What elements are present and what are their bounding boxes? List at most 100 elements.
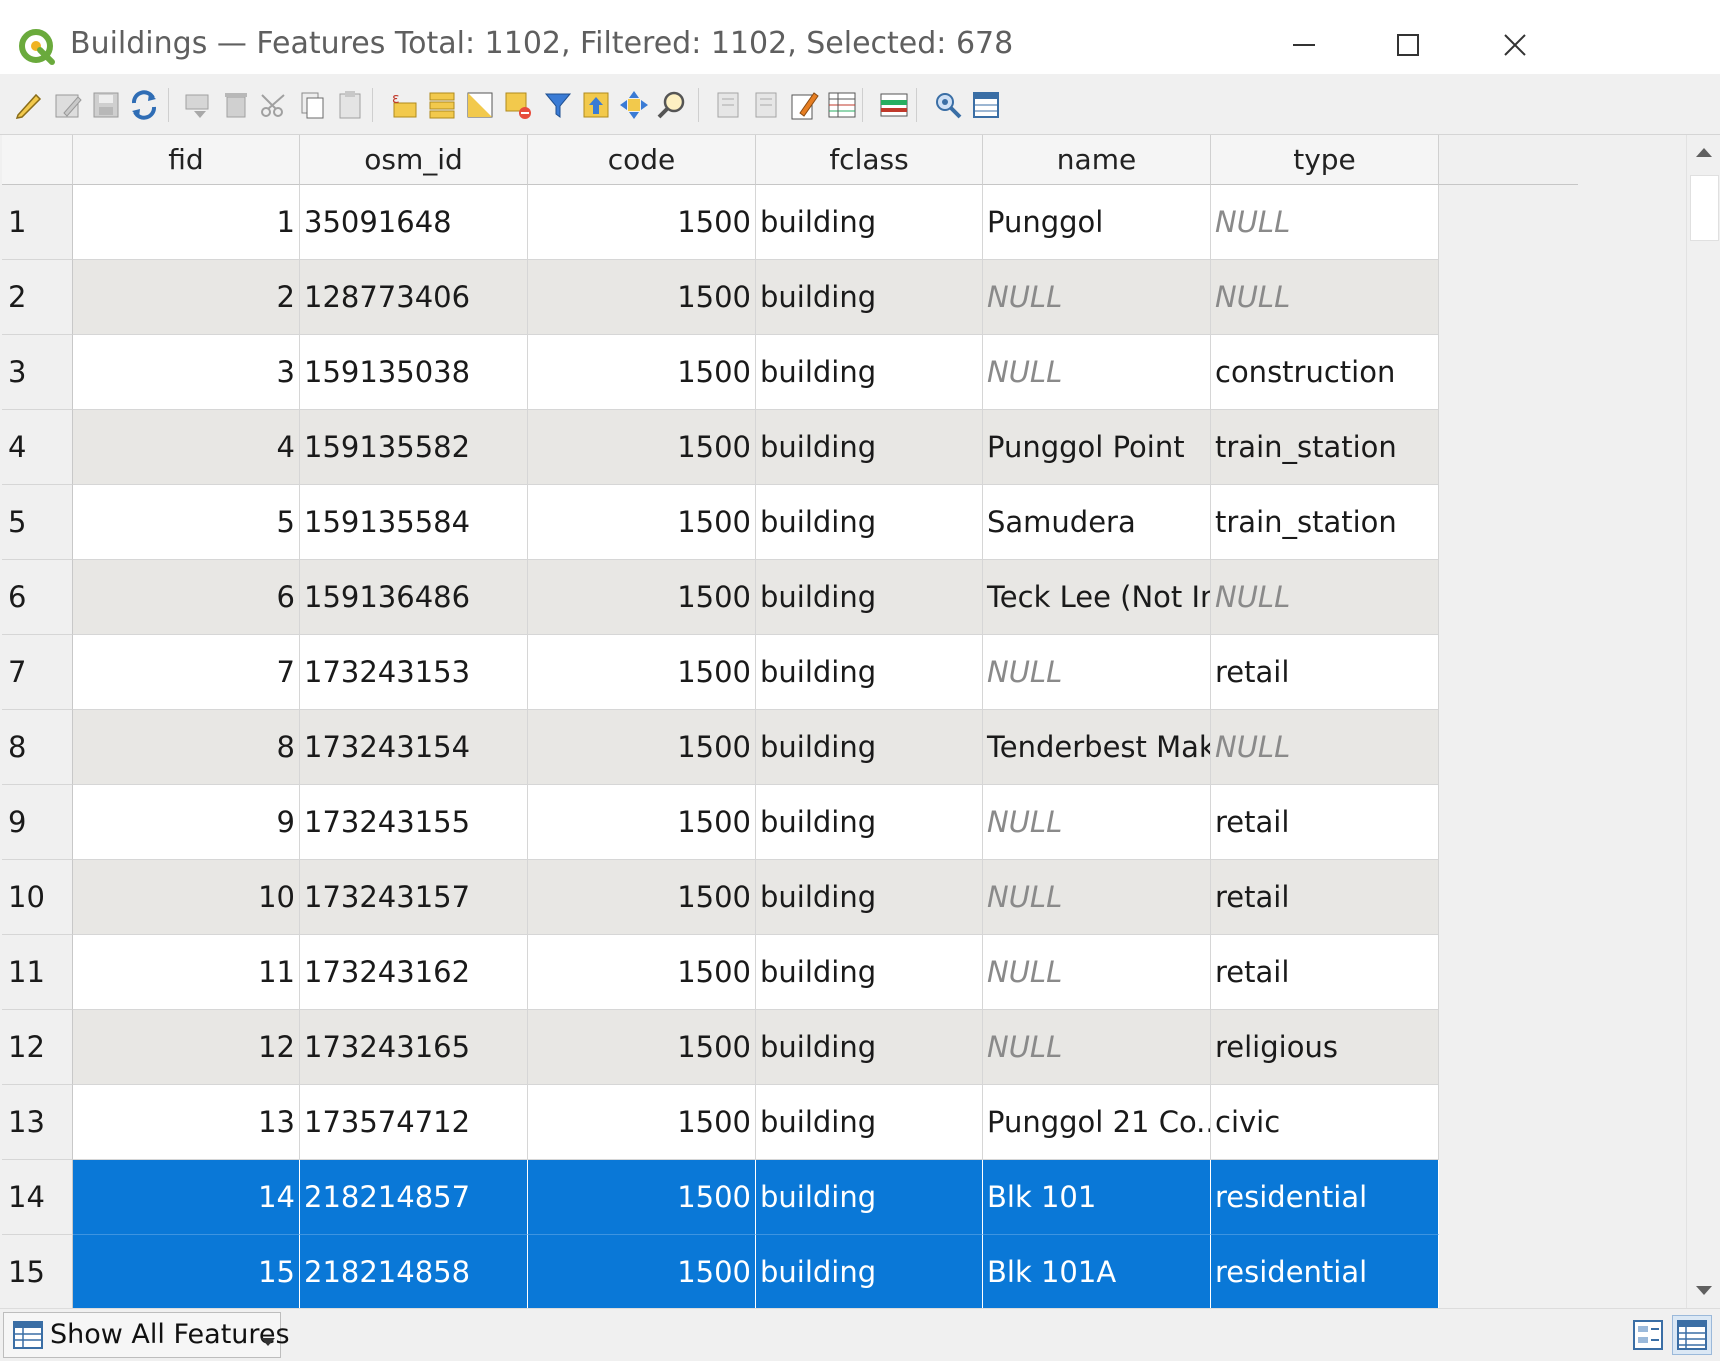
table-row[interactable]: 12 12 173243165 1500 building NULL religious [2,1010,1578,1085]
actions-button[interactable] [930,87,966,123]
cut-button[interactable] [256,87,292,123]
cell-osm-id[interactable]: 173243155 [300,785,528,860]
table-view-button[interactable] [1672,1315,1712,1355]
table-row[interactable]: 3 3 159135038 1500 building NULL construction [2,335,1578,410]
cell-code[interactable]: 1500 [528,260,756,335]
cell-osm-id[interactable]: 159135584 [300,485,528,560]
cell-osm-id[interactable]: 173574712 [300,1085,528,1160]
cell-name[interactable]: Tenderbest Mak... [983,710,1211,785]
cell-fid[interactable]: 3 [73,335,300,410]
toggle-editing-button[interactable] [10,87,46,123]
cell-fid[interactable]: 8 [73,710,300,785]
cell-code[interactable]: 1500 [528,1160,756,1235]
row-number-header[interactable]: 3 [2,335,73,410]
paste-button[interactable] [332,87,368,123]
cell-type[interactable]: retail [1211,635,1439,710]
row-number-header[interactable]: 12 [2,1010,73,1085]
zoom-to-selection-button[interactable] [654,87,690,123]
maximize-button[interactable] [1384,24,1432,64]
cell-type[interactable]: construction [1211,335,1439,410]
column-header-fid[interactable]: fid [73,135,300,185]
cell-fclass[interactable]: building [756,1235,983,1308]
cell-type[interactable]: civic [1211,1085,1439,1160]
cell-code[interactable]: 1500 [528,410,756,485]
cell-code[interactable]: 1500 [528,1010,756,1085]
row-number-header[interactable]: 13 [2,1085,73,1160]
cell-name[interactable]: Teck Lee (Not In ... [983,560,1211,635]
cell-type[interactable]: retail [1211,860,1439,935]
add-feature-button[interactable] [180,87,216,123]
new-field-button[interactable] [710,87,746,123]
scrollbar-thumb[interactable] [1690,175,1719,241]
form-view-button[interactable] [1628,1315,1668,1355]
cell-code[interactable]: 1500 [528,785,756,860]
table-row[interactable]: 6 6 159136486 1500 building Teck Lee (Not In … [2,560,1578,635]
column-header-osm-id[interactable]: osm_id [300,135,528,185]
cell-fid[interactable]: 12 [73,1010,300,1085]
cell-code[interactable]: 1500 [528,335,756,410]
cell-code[interactable]: 1500 [528,635,756,710]
cell-fclass[interactable]: building [756,1010,983,1085]
cell-name[interactable]: NULL [983,785,1211,860]
cell-fid[interactable]: 2 [73,260,300,335]
conditional-formatting-button[interactable] [824,87,860,123]
cell-fclass[interactable]: building [756,260,983,335]
cell-type[interactable]: religious [1211,1010,1439,1085]
cell-name[interactable]: Punggol Point [983,410,1211,485]
cell-fid[interactable]: 7 [73,635,300,710]
cell-type[interactable]: train_station [1211,410,1439,485]
column-header-code[interactable]: code [528,135,756,185]
cell-osm-id[interactable]: 128773406 [300,260,528,335]
cell-osm-id[interactable]: 159135582 [300,410,528,485]
cell-type[interactable]: NULL [1211,710,1439,785]
table-row[interactable]: 15 15 218214858 1500 building Blk 101A residen… [2,1235,1578,1308]
cell-fclass[interactable]: building [756,185,983,260]
row-number-header[interactable]: 4 [2,410,73,485]
save-edits-button[interactable] [88,87,124,123]
select-all-button[interactable] [424,87,460,123]
minimize-button[interactable] [1280,24,1328,64]
delete-field-button[interactable] [748,87,784,123]
table-row[interactable]: 10 10 173243157 1500 building NULL retail [2,860,1578,935]
table-row[interactable]: 5 5 159135584 1500 building Samudera train_sta… [2,485,1578,560]
table-row[interactable]: 7 7 173243153 1500 building NULL retail [2,635,1578,710]
cell-name[interactable]: NULL [983,260,1211,335]
column-header-fclass[interactable]: fclass [756,135,983,185]
cell-fid[interactable]: 10 [73,860,300,935]
cell-fid[interactable]: 14 [73,1160,300,1235]
cell-osm-id[interactable]: 173243154 [300,710,528,785]
cell-type[interactable]: NULL [1211,560,1439,635]
cell-osm-id[interactable]: 173243165 [300,1010,528,1085]
cell-name[interactable]: Punggol [983,185,1211,260]
cell-osm-id[interactable]: 35091648 [300,185,528,260]
close-button[interactable] [1491,24,1539,64]
cell-fclass[interactable]: building [756,785,983,860]
cell-fid[interactable]: 6 [73,560,300,635]
cell-type[interactable]: train_station [1211,485,1439,560]
cell-osm-id[interactable]: 159136486 [300,560,528,635]
cell-fclass[interactable]: building [756,710,983,785]
deselect-all-button[interactable] [500,87,536,123]
cell-fid[interactable]: 5 [73,485,300,560]
cell-name[interactable]: NULL [983,335,1211,410]
cell-name[interactable]: NULL [983,635,1211,710]
cell-name[interactable]: Blk 101 [983,1160,1211,1235]
cell-osm-id[interactable]: 173243162 [300,935,528,1010]
row-number-header[interactable]: 2 [2,260,73,335]
cell-fclass[interactable]: building [756,860,983,935]
table-row[interactable]: 2 2 128773406 1500 building NULL NULL [2,260,1578,335]
dock-table-button[interactable] [968,87,1004,123]
scroll-down-icon[interactable] [1687,1272,1720,1308]
header-corner[interactable] [2,135,73,185]
cell-fid[interactable]: 4 [73,410,300,485]
cell-type[interactable]: retail [1211,935,1439,1010]
cell-fid[interactable]: 15 [73,1235,300,1308]
multi-edit-button[interactable] [50,87,86,123]
row-number-header[interactable]: 9 [2,785,73,860]
field-calculator-button[interactable] [786,87,822,123]
column-header-type[interactable]: type [1211,135,1439,185]
cell-fid[interactable]: 9 [73,785,300,860]
cell-fclass[interactable]: building [756,1085,983,1160]
cell-name[interactable]: NULL [983,860,1211,935]
filter-select-button[interactable] [540,87,576,123]
